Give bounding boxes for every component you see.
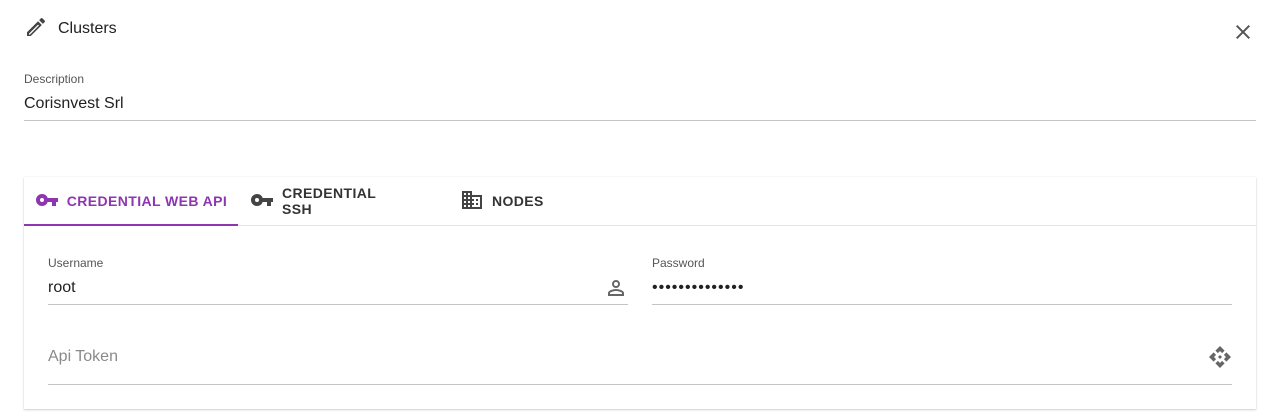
tab-bar: CREDENTIAL WEB API CREDENTIAL SSH NODES xyxy=(24,177,1256,226)
password-field[interactable]: Password •••••••••••••• xyxy=(652,256,1232,305)
api-icon xyxy=(1208,345,1232,369)
description-input[interactable]: Corisnvest Srl xyxy=(24,94,1256,114)
description-label: Description xyxy=(24,72,85,86)
password-label: Password xyxy=(652,256,705,270)
api-token-field[interactable]: Api Token xyxy=(48,345,1232,385)
username-underline xyxy=(48,304,628,305)
close-button[interactable] xyxy=(1231,20,1255,44)
description-underline xyxy=(24,120,1256,121)
tab-label: CREDENTIAL SSH xyxy=(282,185,376,217)
pencil-icon xyxy=(24,15,48,44)
building-icon xyxy=(460,188,492,215)
dialog-title: Clusters xyxy=(58,20,117,37)
close-icon[interactable] xyxy=(1231,25,1255,48)
tab-credential-web-api[interactable]: CREDENTIAL WEB API xyxy=(24,177,238,226)
account-icon xyxy=(604,276,628,300)
username-input[interactable]: root xyxy=(48,278,628,298)
tab-label: NODES xyxy=(492,193,544,209)
username-label: Username xyxy=(48,256,104,270)
dialog-header: Clusters xyxy=(24,16,117,42)
tab-label: CREDENTIAL WEB API xyxy=(66,193,228,209)
description-field[interactable]: Description Corisnvest Srl xyxy=(24,72,1256,121)
tab-nodes[interactable]: NODES xyxy=(460,177,580,225)
password-input[interactable]: •••••••••••••• xyxy=(652,278,1232,298)
password-underline xyxy=(652,304,1232,305)
api-token-underline xyxy=(48,384,1232,385)
key-icon xyxy=(250,188,282,215)
credentials-card: CREDENTIAL WEB API CREDENTIAL SSH NODES … xyxy=(24,177,1256,409)
key-icon xyxy=(35,188,67,215)
tab-credential-ssh[interactable]: CREDENTIAL SSH xyxy=(250,177,410,225)
username-field[interactable]: Username root xyxy=(48,256,628,305)
api-token-input[interactable]: Api Token xyxy=(48,347,1232,367)
